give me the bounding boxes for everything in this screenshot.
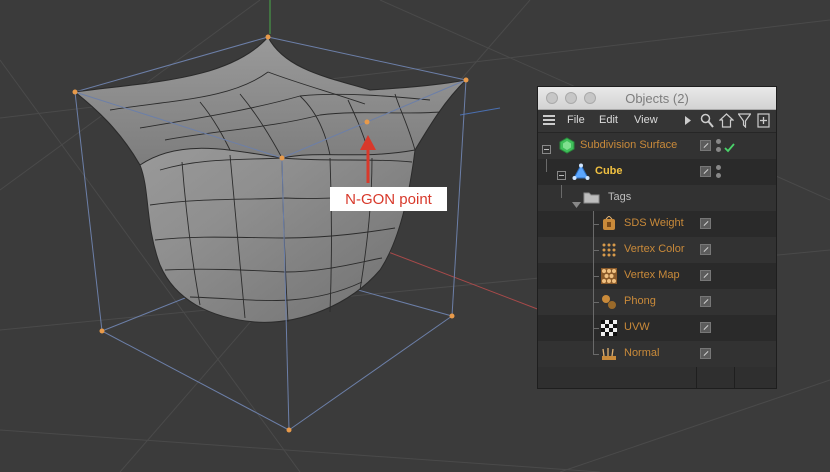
object-label[interactable]: Vertex Color bbox=[624, 243, 685, 255]
cube-icon bbox=[572, 163, 590, 186]
visibility-checkbox[interactable] bbox=[700, 140, 711, 151]
tag-checkbox[interactable] bbox=[700, 296, 711, 307]
subdivided-mesh bbox=[73, 36, 468, 323]
tag-checkbox[interactable] bbox=[700, 322, 711, 333]
object-row-vertex-color[interactable]: Vertex Color bbox=[538, 237, 776, 263]
window-titlebar[interactable]: Objects (2) bbox=[538, 87, 776, 110]
object-label[interactable]: UVW bbox=[624, 321, 650, 333]
object-row-subdivision-surface[interactable]: Subdivision Surface bbox=[538, 133, 776, 159]
add-panel-icon[interactable] bbox=[757, 113, 771, 131]
enabled-check-icon[interactable] bbox=[724, 140, 735, 158]
object-row-cube[interactable]: Cube bbox=[538, 159, 776, 185]
menu-file[interactable]: File bbox=[567, 114, 585, 126]
normal-tag-icon bbox=[601, 346, 617, 362]
object-manager-window[interactable]: Objects (2) File Edit View Subdivision S… bbox=[537, 86, 777, 389]
object-label[interactable]: Tags bbox=[608, 191, 631, 203]
object-label[interactable]: Normal bbox=[624, 347, 659, 359]
ngon-point-callout: N-GON point bbox=[330, 187, 447, 211]
object-list: Subdivision Surface Cube Tags SDS Weight… bbox=[538, 133, 776, 388]
menu-bar: File Edit View bbox=[538, 110, 776, 133]
subdivision-surface-icon bbox=[559, 137, 575, 159]
object-row-vertex-map[interactable]: Vertex Map bbox=[538, 263, 776, 289]
search-icon[interactable] bbox=[700, 113, 714, 131]
tag-checkbox[interactable] bbox=[700, 244, 711, 255]
hamburger-menu-icon[interactable] bbox=[543, 115, 555, 128]
object-label[interactable]: Cube bbox=[595, 165, 623, 177]
z-axis-line bbox=[459, 107, 501, 116]
menu-view[interactable]: View bbox=[634, 114, 658, 126]
menu-edit[interactable]: Edit bbox=[599, 114, 618, 126]
play-triangle-icon[interactable] bbox=[685, 116, 691, 128]
object-row-phong[interactable]: Phong bbox=[538, 289, 776, 315]
object-label[interactable]: SDS Weight bbox=[624, 217, 684, 229]
window-title: Objects (2) bbox=[625, 91, 689, 106]
object-row-sds-weight[interactable]: SDS Weight bbox=[538, 211, 776, 237]
object-label[interactable]: Subdivision Surface bbox=[580, 139, 677, 151]
object-label[interactable]: Phong bbox=[624, 295, 656, 307]
tag-checkbox[interactable] bbox=[700, 270, 711, 281]
folder-icon bbox=[583, 191, 600, 209]
object-row-uvw[interactable]: UVW bbox=[538, 315, 776, 341]
object-row-tags-folder[interactable]: Tags bbox=[538, 185, 776, 211]
sds-weight-tag-icon bbox=[601, 215, 617, 232]
render-visibility-dots-icon[interactable] bbox=[716, 165, 722, 179]
uvw-tag-icon bbox=[601, 320, 617, 336]
vertex-color-tag-icon bbox=[601, 242, 617, 258]
object-label[interactable]: Vertex Map bbox=[624, 269, 680, 281]
phong-tag-icon bbox=[601, 294, 617, 310]
collapse-toggle-icon[interactable] bbox=[557, 167, 566, 185]
visibility-checkbox[interactable] bbox=[700, 166, 711, 177]
render-visibility-dots-icon[interactable] bbox=[716, 139, 722, 153]
collapse-toggle-icon[interactable] bbox=[542, 141, 551, 159]
vertex-map-tag-icon bbox=[601, 268, 617, 284]
filter-icon[interactable] bbox=[737, 113, 752, 131]
home-icon[interactable] bbox=[718, 113, 735, 131]
tag-checkbox[interactable] bbox=[700, 348, 711, 359]
tag-checkbox[interactable] bbox=[700, 218, 711, 229]
object-row-normal[interactable]: Normal bbox=[538, 341, 776, 367]
